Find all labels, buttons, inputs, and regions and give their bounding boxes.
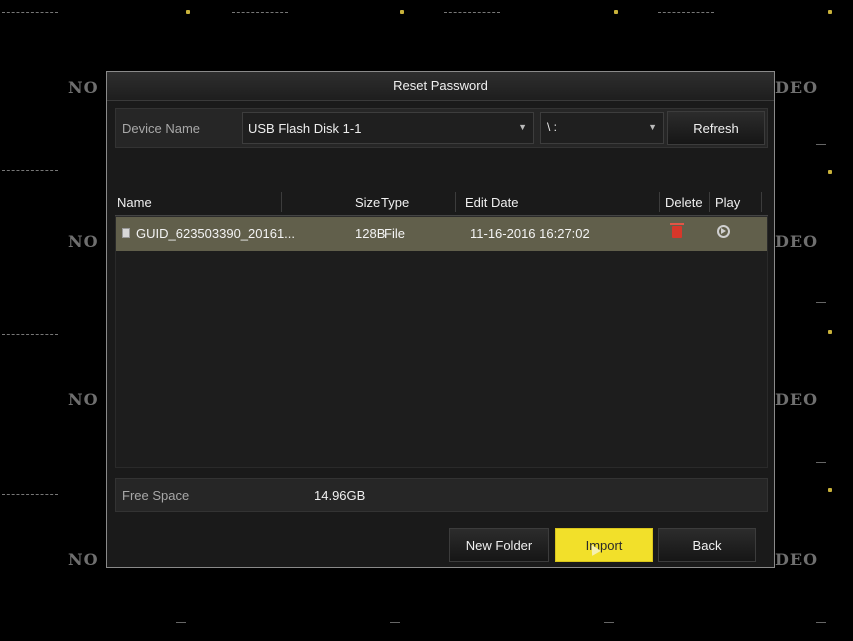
reset-password-dialog: Reset Password Device Name USB Flash Dis… (106, 71, 775, 568)
column-header-name[interactable]: Name (117, 195, 152, 210)
file-type: File (384, 226, 405, 241)
bg-marker (828, 10, 832, 14)
bg-tick (176, 622, 186, 623)
bg-separator (2, 494, 58, 495)
bg-separator (444, 12, 500, 13)
bg-separator (2, 170, 58, 171)
column-divider[interactable] (709, 192, 710, 212)
file-icon (122, 228, 130, 238)
column-header-play[interactable]: Play (715, 195, 740, 210)
play-circle-icon[interactable] (717, 225, 730, 238)
bg-tick (816, 462, 826, 463)
table-row[interactable]: GUID_623503390_20161... 128B File 11-16-… (116, 217, 767, 251)
path-value: \ : (547, 120, 558, 134)
free-space-label: Free Space (122, 488, 190, 503)
no-video-right-fragment: DEO (775, 232, 819, 251)
device-name-select[interactable]: USB Flash Disk 1-1 ▼ (242, 112, 534, 144)
free-space-row: Free Space 14.96GB (115, 478, 768, 512)
no-video-left-fragment: NO (68, 550, 99, 569)
trash-icon[interactable] (670, 223, 684, 238)
column-divider[interactable] (659, 192, 660, 212)
new-folder-button[interactable]: New Folder (449, 528, 549, 562)
no-video-right-fragment: DEO (775, 550, 819, 569)
bg-separator (658, 12, 714, 13)
bg-marker (828, 170, 832, 174)
column-header-edit-date[interactable]: Edit Date (465, 195, 518, 210)
bg-marker (828, 488, 832, 492)
path-select[interactable]: \ : ▼ (540, 112, 664, 144)
column-divider[interactable] (281, 192, 282, 212)
chevron-down-icon: ▼ (518, 122, 527, 132)
device-name-label: Device Name (122, 121, 201, 136)
chevron-down-icon: ▼ (648, 122, 657, 132)
bg-tick (604, 622, 614, 623)
file-name: GUID_623503390_20161... (136, 226, 296, 241)
bg-tick (816, 622, 826, 623)
bg-separator (2, 334, 58, 335)
file-table-header: Name Size Type Edit Date Delete Play (115, 190, 768, 216)
column-header-size[interactable]: Size (355, 195, 380, 210)
free-space-value: 14.96GB (314, 488, 366, 503)
bg-marker (186, 10, 190, 14)
column-divider[interactable] (761, 192, 762, 212)
column-header-type[interactable]: Type (381, 195, 409, 210)
dialog-title: Reset Password (107, 72, 774, 101)
bg-separator (2, 12, 58, 13)
file-list[interactable]: GUID_623503390_20161... 128B File 11-16-… (115, 216, 768, 468)
import-button[interactable]: Import (555, 528, 653, 562)
no-video-left-fragment: NO (68, 78, 99, 97)
no-video-right-fragment: DEO (775, 390, 819, 409)
no-video-right-fragment: DEO (775, 78, 819, 97)
bg-marker (614, 10, 618, 14)
column-divider[interactable] (455, 192, 456, 212)
bg-marker (400, 10, 404, 14)
back-button[interactable]: Back (658, 528, 756, 562)
no-video-left-fragment: NO (68, 232, 99, 251)
bg-tick (816, 302, 826, 303)
file-edit-date: 11-16-2016 16:27:02 (470, 226, 590, 241)
file-size: 128B (355, 226, 386, 241)
refresh-button[interactable]: Refresh (667, 111, 765, 145)
device-name-value: USB Flash Disk 1-1 (248, 121, 362, 136)
column-header-delete[interactable]: Delete (665, 195, 703, 210)
device-row: Device Name USB Flash Disk 1-1 ▼ \ : ▼ R… (115, 108, 768, 148)
no-video-left-fragment: NO (68, 390, 99, 409)
bg-tick (390, 622, 400, 623)
bg-marker (828, 330, 832, 334)
bg-separator (232, 12, 288, 13)
bg-tick (816, 144, 826, 145)
